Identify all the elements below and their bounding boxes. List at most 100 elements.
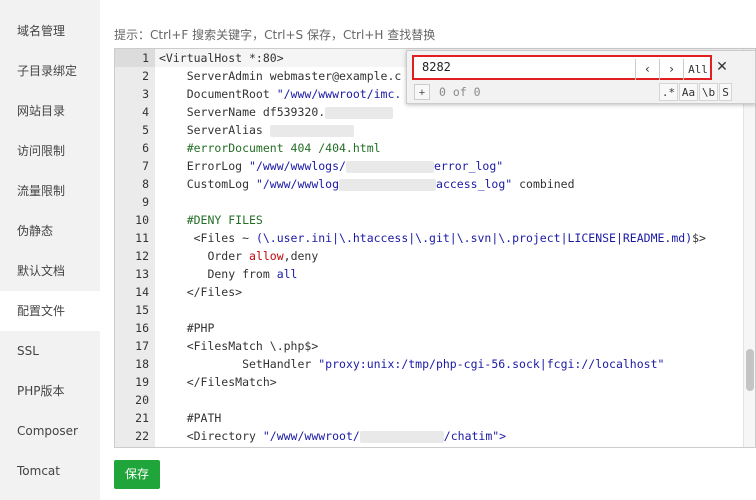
code-text: </FilesMatch> bbox=[159, 375, 277, 389]
line-number: 6 bbox=[142, 141, 149, 155]
find-all-button[interactable]: All bbox=[683, 59, 712, 80]
code-text: <FilesMatch \.php$> bbox=[159, 339, 319, 353]
code-keyword: allow bbox=[249, 249, 284, 263]
sidebar-list: 域名管理 子目录绑定 网站目录 访问限制 流量限制 伪静态 默认文档 配置文件 … bbox=[0, 0, 100, 491]
code-line: #DENY FILES bbox=[155, 211, 743, 229]
next-match-button[interactable]: › bbox=[659, 59, 683, 80]
vertical-scrollbar[interactable] bbox=[743, 49, 755, 447]
code-text: <Files ~ bbox=[159, 231, 256, 245]
line-number: 8 bbox=[142, 177, 149, 191]
code-string: /chatim"> bbox=[443, 429, 507, 443]
search-query: 8282 bbox=[422, 60, 451, 74]
code-comment: #DENY FILES bbox=[159, 213, 263, 227]
code-line: SetHandler "proxy:unix:/tmp/php-cgi-56.s… bbox=[155, 355, 743, 373]
code-text: #PATH bbox=[159, 411, 222, 425]
code-keyword: all bbox=[276, 267, 298, 281]
code-line: Order allow,deny bbox=[155, 247, 743, 265]
line-number: 20 bbox=[135, 393, 149, 407]
code-text: Deny from bbox=[159, 267, 277, 281]
code-text: </Files> bbox=[159, 285, 243, 299]
code-line: <FilesMatch \.php$> bbox=[155, 337, 743, 355]
code-editor[interactable]: 1 2 3 4 5 6 7 8 9 10 11 12 13 14 15 16 1… bbox=[114, 48, 756, 448]
code-line: </Files> bbox=[155, 283, 743, 301]
line-number: 19 bbox=[135, 375, 149, 389]
sidebar-item-traffic-limit[interactable]: 流量限制 bbox=[0, 171, 100, 211]
replace-toggle-button[interactable]: + bbox=[414, 84, 430, 100]
line-number: 1 bbox=[115, 49, 155, 67]
code-text: #PHP bbox=[159, 321, 215, 335]
code-line: #PATH bbox=[155, 409, 743, 427]
line-number: 16 bbox=[135, 321, 149, 335]
code-text: combined bbox=[512, 177, 575, 191]
line-number: 17 bbox=[135, 339, 149, 353]
line-number-gutter: 1 2 3 4 5 6 7 8 9 10 11 12 13 14 15 16 1… bbox=[115, 49, 155, 447]
code-text: CustomLog bbox=[159, 177, 256, 191]
code-string: "/www/wwwlog bbox=[255, 177, 340, 191]
sidebar-item-rewrite[interactable]: 伪静态 bbox=[0, 211, 100, 251]
code-string: error_log" bbox=[433, 159, 504, 173]
whole-word-toggle[interactable]: \b bbox=[699, 83, 718, 101]
case-sensitive-toggle[interactable]: Aa bbox=[679, 83, 698, 101]
code-area[interactable]: <VirtualHost *:80> ServerAdmin webmaster… bbox=[155, 49, 743, 447]
scrollbar-thumb[interactable] bbox=[746, 349, 754, 391]
shortcut-hint: 提示：Ctrl+F 搜索关键字，Ctrl+S 保存，Ctrl+H 查找替换 bbox=[114, 28, 436, 42]
code-text: ,deny bbox=[283, 249, 319, 263]
sidebar-item-access-limit[interactable]: 访问限制 bbox=[0, 131, 100, 171]
line-number: 14 bbox=[135, 285, 149, 299]
code-text: <Directory bbox=[159, 429, 263, 443]
code-comment: #errorDocument 404 /404.html bbox=[159, 141, 381, 155]
search-panel: 8282 ‹ › All ✕ + 0 of 0 .* Aa \b S bbox=[406, 50, 756, 104]
sidebar-item-default-doc[interactable]: 默认文档 bbox=[0, 251, 100, 291]
code-line: </FilesMatch> bbox=[155, 373, 743, 391]
sidebar-item-composer[interactable]: Composer bbox=[0, 411, 100, 451]
line-number: 18 bbox=[135, 357, 149, 371]
code-string: (\.user.ini|\.htaccess|\.git|\.svn|\.pro… bbox=[255, 231, 693, 245]
redacted-block bbox=[359, 430, 444, 443]
code-line: Deny from all bbox=[155, 265, 743, 283]
sidebar-item-site-dir[interactable]: 网站目录 bbox=[0, 91, 100, 131]
code-string: access_log" bbox=[436, 177, 513, 191]
code-line: ServerAlias bbox=[155, 121, 743, 139]
search-in-selection-toggle[interactable]: S bbox=[719, 83, 732, 101]
line-number: 2 bbox=[142, 69, 149, 83]
code-string: "/www/wwwlogs/ bbox=[249, 159, 346, 173]
code-line: #PHP bbox=[155, 319, 743, 337]
sidebar-item-ssl[interactable]: SSL bbox=[0, 331, 100, 371]
redacted-block bbox=[345, 160, 434, 173]
code-text: DocumentRoot bbox=[159, 87, 277, 101]
sidebar: 域名管理 子目录绑定 网站目录 访问限制 流量限制 伪静态 默认文档 配置文件 … bbox=[0, 0, 100, 500]
line-number: 15 bbox=[135, 303, 149, 317]
redacted-block bbox=[339, 178, 437, 191]
code-line: CustomLog "/www/wwwlog access_log" combin… bbox=[155, 175, 743, 193]
code-line: <Files ~ (\.user.ini|\.htaccess|\.git|\.… bbox=[155, 229, 743, 247]
save-button[interactable]: 保存 bbox=[114, 460, 160, 489]
line-number: 5 bbox=[142, 123, 149, 137]
redacted-block bbox=[325, 106, 394, 119]
line-number: 21 bbox=[135, 411, 149, 425]
match-counter: 0 of 0 bbox=[439, 85, 481, 99]
previous-match-button[interactable]: ‹ bbox=[635, 59, 659, 80]
code-string: "/www/wwwroot/ bbox=[262, 429, 360, 443]
code-text: <VirtualHost *:80> bbox=[159, 51, 284, 65]
search-input[interactable]: 8282 ‹ › All bbox=[412, 55, 712, 80]
sidebar-item-config-file[interactable]: 配置文件 bbox=[0, 291, 100, 331]
code-line: ErrorLog "/www/wwwlogs/error_log" bbox=[155, 157, 743, 175]
code-text: ServerName df539320. bbox=[159, 105, 326, 119]
code-line: #errorDocument 404 /404.html bbox=[155, 139, 743, 157]
sidebar-item-domain[interactable]: 域名管理 bbox=[0, 11, 100, 51]
close-icon[interactable]: ✕ bbox=[714, 58, 730, 74]
sidebar-item-php-version[interactable]: PHP版本 bbox=[0, 371, 100, 411]
code-text: Order bbox=[159, 249, 250, 263]
line-number: 10 bbox=[135, 213, 149, 227]
code-line: <Directory "/www/wwwroot/ /chatim"> bbox=[155, 427, 743, 445]
line-number: 13 bbox=[135, 267, 149, 281]
sidebar-item-subdir-binding[interactable]: 子目录绑定 bbox=[0, 51, 100, 91]
sidebar-item-tomcat[interactable]: Tomcat bbox=[0, 451, 100, 491]
line-number: 9 bbox=[142, 195, 149, 209]
line-number: 22 bbox=[135, 429, 149, 443]
regex-toggle[interactable]: .* bbox=[659, 83, 678, 101]
line-number: 3 bbox=[142, 87, 149, 101]
